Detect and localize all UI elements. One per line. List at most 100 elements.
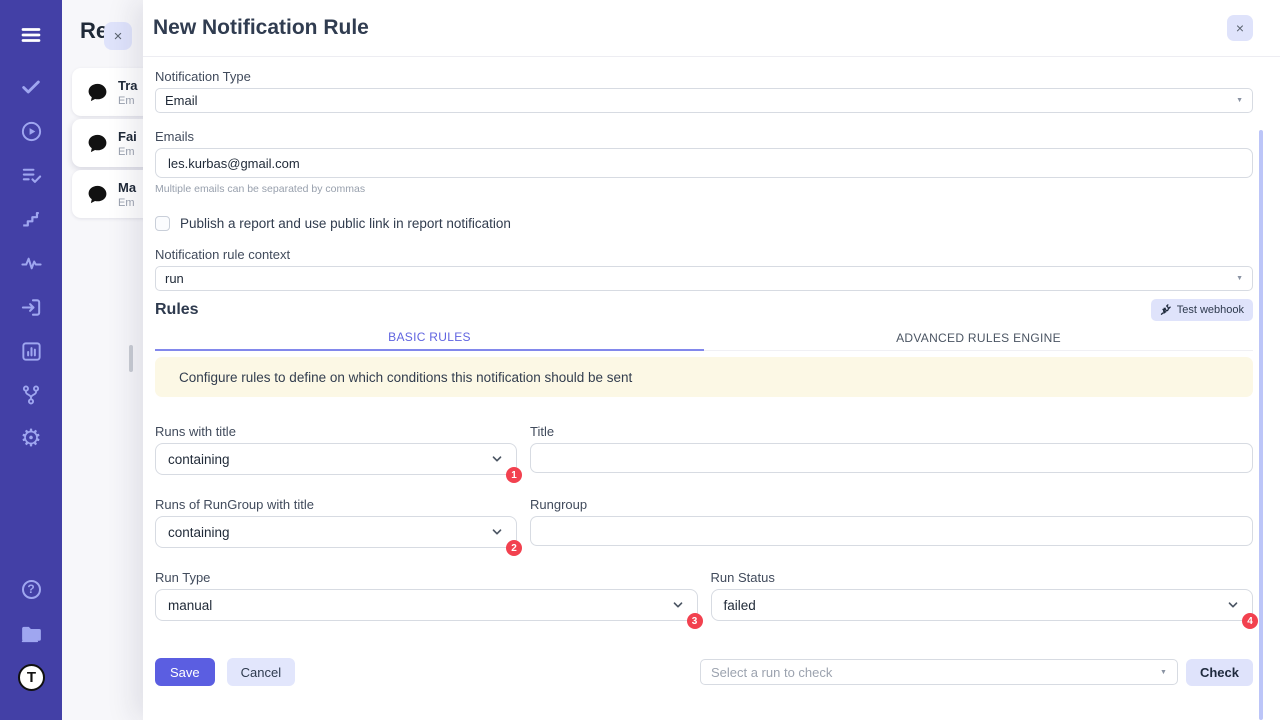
menu-button[interactable] bbox=[14, 18, 48, 52]
test-webhook-label: Test webhook bbox=[1177, 304, 1244, 316]
sidebar-item-test-plans[interactable] bbox=[14, 158, 48, 192]
emails-input[interactable] bbox=[155, 148, 1253, 178]
folder-icon bbox=[19, 621, 44, 646]
rungroup-label: Rungroup bbox=[530, 497, 1253, 512]
condition-row: Runs of RunGroup with title containing 2… bbox=[155, 497, 1253, 548]
publish-report-checkbox-row: Publish a report and use public link in … bbox=[155, 216, 1253, 231]
gear-icon: ⚙︎ bbox=[20, 427, 42, 451]
list-item-title: Ma bbox=[118, 180, 136, 195]
sidebar-item-pulls[interactable] bbox=[14, 290, 48, 324]
chevron-down-icon bbox=[490, 452, 504, 466]
publish-report-checkbox[interactable] bbox=[155, 216, 170, 231]
speech-bubble-icon bbox=[86, 132, 109, 155]
sidebar: ⚙︎ ? T bbox=[0, 0, 62, 720]
dropdown-arrow-icon: ▼ bbox=[1236, 97, 1243, 104]
runs-with-title-label: Runs with title bbox=[155, 424, 517, 439]
cancel-button[interactable]: Cancel bbox=[227, 658, 295, 686]
rungroup-title-value: containing bbox=[168, 525, 230, 540]
list-item-subtitle: Em bbox=[118, 146, 137, 158]
save-button[interactable]: Save bbox=[155, 658, 215, 686]
list-item-subtitle: Em bbox=[118, 95, 138, 107]
rungroup-input[interactable] bbox=[530, 516, 1253, 546]
title-input[interactable] bbox=[530, 443, 1253, 473]
sign-in-icon bbox=[20, 296, 43, 319]
emails-label: Emails bbox=[155, 129, 1253, 144]
modal-scrollbar-thumb[interactable] bbox=[1259, 130, 1263, 720]
sidebar-item-analytics[interactable] bbox=[14, 334, 48, 368]
modal-footer: Save Cancel Select a run to check ▼ Chec… bbox=[155, 658, 1253, 686]
runs-with-title-select[interactable]: containing bbox=[155, 443, 517, 475]
publish-report-checkbox-label: Publish a report and use public link in … bbox=[180, 216, 511, 231]
chevron-down-icon bbox=[490, 525, 504, 539]
activity-pulse-icon bbox=[20, 252, 43, 275]
list-item-title: Fai bbox=[118, 129, 137, 144]
test-webhook-button[interactable]: Test webhook bbox=[1151, 299, 1253, 321]
condition-row: Runs with title containing 1 Title bbox=[155, 424, 1253, 475]
sidebar-item-activity[interactable] bbox=[14, 246, 48, 280]
run-status-select[interactable]: failed bbox=[711, 589, 1254, 621]
drawer-close-button[interactable]: × bbox=[104, 22, 132, 50]
modal-content: Notification Type Email ▼ Emails Multipl… bbox=[143, 57, 1280, 686]
tab-basic-rules[interactable]: BASIC RULES bbox=[155, 325, 704, 351]
notification-type-select[interactable]: Email ▼ bbox=[155, 88, 1253, 113]
modal-title: New Notification Rule bbox=[153, 16, 369, 40]
check-button[interactable]: Check bbox=[1186, 659, 1253, 686]
logo-icon: T bbox=[18, 664, 45, 691]
list-item-title: Tra bbox=[118, 78, 138, 93]
sidebar-item-branches[interactable] bbox=[14, 378, 48, 412]
hamburger-icon bbox=[19, 23, 43, 47]
rules-header-row: Rules Test webhook bbox=[155, 299, 1253, 321]
chevron-down-icon bbox=[671, 598, 685, 612]
list-check-icon bbox=[20, 164, 43, 187]
notification-type-value: Email bbox=[165, 93, 198, 108]
new-notification-rule-modal: New Notification Rule × Notification Typ… bbox=[143, 0, 1280, 720]
condition-row: Run Type manual 3 Run Status failed bbox=[155, 570, 1253, 621]
help-icon: ? bbox=[22, 580, 41, 599]
run-status-value: failed bbox=[724, 598, 756, 613]
rules-tabs: BASIC RULES ADVANCED RULES ENGINE bbox=[155, 325, 1253, 351]
plug-icon bbox=[1160, 303, 1172, 318]
step-badge: 2 bbox=[506, 540, 522, 556]
speech-bubble-icon bbox=[86, 81, 109, 104]
run-status-label: Run Status bbox=[711, 570, 1254, 585]
step-badge: 4 bbox=[1242, 613, 1258, 629]
rule-context-label: Notification rule context bbox=[155, 247, 1253, 262]
rules-heading: Rules bbox=[155, 301, 199, 319]
step-badge: 3 bbox=[687, 613, 703, 629]
bar-chart-icon bbox=[20, 340, 43, 363]
dropdown-arrow-icon: ▼ bbox=[1236, 275, 1243, 282]
rungroup-title-label: Runs of RunGroup with title bbox=[155, 497, 517, 512]
chevron-down-icon bbox=[1226, 598, 1240, 612]
list-item-subtitle: Em bbox=[118, 197, 136, 209]
rungroup-title-select[interactable]: containing bbox=[155, 516, 517, 548]
dropdown-arrow-icon: ▼ bbox=[1160, 669, 1167, 676]
speech-bubble-icon bbox=[86, 183, 109, 206]
rules-info-banner: Configure rules to define on which condi… bbox=[155, 357, 1253, 397]
sidebar-item-help[interactable]: ? bbox=[14, 572, 48, 606]
panel-scrollbar-thumb[interactable] bbox=[129, 345, 133, 372]
title-label: Title bbox=[530, 424, 1253, 439]
sidebar-item-settings[interactable]: ⚙︎ bbox=[14, 422, 48, 456]
rule-context-select[interactable]: run ▼ bbox=[155, 266, 1253, 291]
app-logo[interactable]: T bbox=[14, 660, 48, 694]
run-to-check-select[interactable]: Select a run to check ▼ bbox=[700, 659, 1178, 685]
runs-with-title-value: containing bbox=[168, 452, 230, 467]
rule-context-value: run bbox=[165, 271, 184, 286]
sidebar-item-milestones[interactable] bbox=[14, 202, 48, 236]
sidebar-item-projects[interactable] bbox=[14, 616, 48, 650]
modal-close-button[interactable]: × bbox=[1227, 15, 1253, 41]
steps-icon bbox=[20, 208, 42, 230]
play-circle-icon bbox=[20, 120, 43, 143]
modal-header: New Notification Rule × bbox=[143, 0, 1280, 57]
tab-advanced-rules-engine[interactable]: ADVANCED RULES ENGINE bbox=[704, 325, 1253, 351]
git-fork-icon bbox=[20, 384, 42, 406]
sidebar-item-runs[interactable] bbox=[14, 114, 48, 148]
sidebar-item-results[interactable] bbox=[14, 70, 48, 104]
run-type-value: manual bbox=[168, 598, 212, 613]
run-to-check-placeholder: Select a run to check bbox=[711, 665, 832, 680]
notification-type-label: Notification Type bbox=[155, 69, 1253, 84]
emails-helper-text: Multiple emails can be separated by comm… bbox=[155, 183, 1253, 195]
step-badge: 1 bbox=[506, 467, 522, 483]
check-icon bbox=[20, 76, 42, 98]
run-type-select[interactable]: manual bbox=[155, 589, 698, 621]
